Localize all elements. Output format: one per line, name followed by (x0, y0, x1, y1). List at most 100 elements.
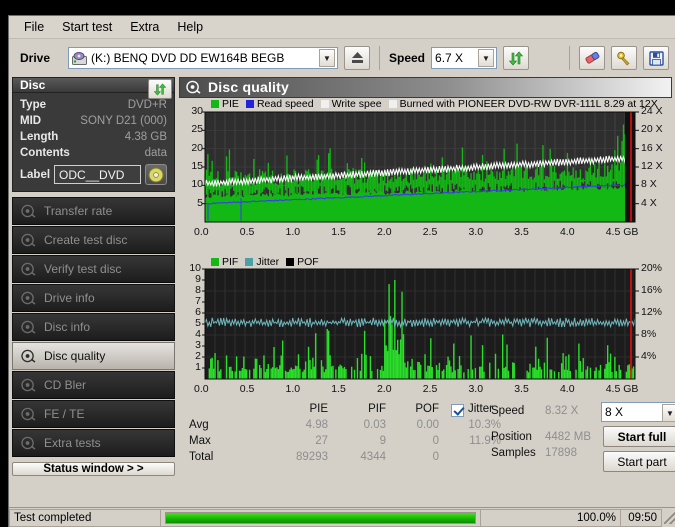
total-pif: 4344 (360, 451, 386, 464)
test-speed-value: 8 X (605, 405, 624, 420)
drive-select[interactable]: (K:) BENQ DVD DD EW164B BEGB ▼ (68, 47, 338, 69)
menu-item-start-test[interactable]: Start test (53, 18, 121, 36)
resize-grip-icon[interactable] (664, 511, 675, 524)
max-pif: 9 (379, 435, 386, 448)
legend-swatch-write-speed (320, 100, 329, 109)
status-progress-text: 100.0% (481, 508, 621, 527)
pie-speed-chart: PIE Read speed Write spee Burned with PI… (179, 97, 672, 256)
col-header-pof: POF (415, 403, 439, 416)
legend-label-write-speed: Write spee (331, 98, 382, 111)
eject-button[interactable] (344, 46, 370, 70)
disc-field-contents: Contents data (20, 145, 167, 161)
chart2-xtick: 2.5 (422, 383, 438, 396)
disc-field-mid: MID SONY D21 (000) (20, 113, 167, 129)
disc-icon (21, 378, 36, 392)
menu-item-help[interactable]: Help (168, 18, 212, 36)
legend-label-pif: PIF (222, 255, 239, 268)
menu-item-extra[interactable]: Extra (121, 18, 168, 36)
start-full-button[interactable]: Start full (603, 426, 675, 448)
legend-swatch-jitter (245, 257, 254, 266)
disc-label-caption: Label (20, 168, 51, 181)
chart1-ytick: 15 (191, 159, 203, 172)
chart2-y2tick: 20% (641, 262, 663, 275)
tools-button[interactable] (611, 46, 637, 70)
status-bar: Test completed 100.0% 09:50 (9, 507, 675, 527)
sidebar-item-drive-info[interactable]: Drive info (12, 284, 175, 312)
status-progress-cell (161, 508, 481, 527)
sidebar-item-create-test-disc[interactable]: Create test disc (12, 226, 175, 254)
main-body: Disc Type DVD+R MID SONY D21 (000) Lengt… (9, 77, 675, 476)
disc-field-length-value: 4.38 GB (124, 131, 167, 143)
chart2-xtick: 2.0 (376, 383, 392, 396)
disc-field-contents-label: Contents (20, 147, 70, 159)
test-speed-select[interactable]: 8 X ▼ (601, 402, 675, 423)
statistics-area: PIE PIF POF Jitter Avg 4.98 0.03 0.00 10… (179, 399, 675, 473)
page-title: Disc quality (208, 79, 289, 96)
readout-speed-value: 8.32 X (545, 405, 579, 418)
start-part-button[interactable]: Start part (603, 451, 675, 473)
disc-icon (21, 320, 36, 334)
chart2-xtick: 4.5 GB (605, 383, 639, 396)
sidebar-item-label: FE / TE (44, 407, 85, 421)
sidebar-item-disc-quality[interactable]: Disc quality (12, 342, 175, 370)
chart2-xtick: 0.0 (194, 383, 209, 396)
max-pie: 27 (315, 435, 328, 448)
avg-pof: 0.00 (416, 419, 439, 432)
disc-field-mid-value: SONY D21 (000) (80, 115, 167, 127)
save-icon (648, 50, 664, 66)
sidebar-item-label: Disc info (44, 320, 91, 334)
disc-field-length: Length 4.38 GB (20, 129, 167, 145)
drive-label: Drive (20, 51, 51, 65)
disc-label-input[interactable]: ODC__DVD (54, 165, 141, 184)
legend-label-read-speed: Read speed (256, 98, 314, 111)
avg-pif: 0.03 (363, 419, 386, 432)
sidebar-item-cd-bler[interactable]: CD Bler (12, 371, 175, 399)
disc-icon (186, 80, 201, 95)
chart2-xtick: 0.5 (239, 383, 255, 396)
readout-area: Speed 8.32 X Position 4482 MB Samples 17… (483, 401, 675, 473)
max-pof: 0 (432, 435, 439, 448)
sidebar-item-disc-info[interactable]: Disc info (12, 313, 175, 341)
jitter-checkbox[interactable] (451, 404, 464, 418)
chart1-xtick: 2.0 (376, 225, 392, 238)
refresh-icon (508, 51, 524, 65)
chart2-y2tick: 8% (641, 328, 657, 341)
toolbar-separator-1 (379, 46, 380, 70)
disc-icon (21, 436, 36, 450)
sidebar-item-extra-tests[interactable]: Extra tests (12, 429, 175, 457)
chart1-xtick: 4.5 GB (605, 225, 639, 238)
status-window-button[interactable]: Status window > > (12, 462, 175, 476)
sidebar-item-transfer-rate[interactable]: Transfer rate (12, 197, 175, 225)
chart1-xtick: 0.5 (239, 225, 255, 238)
disc-field-length-label: Length (20, 131, 59, 143)
disc-icon-button[interactable] (145, 164, 167, 185)
disc-icon (21, 262, 36, 276)
sidebar-item-label: Disc quality (44, 349, 106, 363)
disc-icon (21, 349, 36, 363)
save-button[interactable] (643, 46, 669, 70)
disc-field-type-label: Type (20, 99, 46, 111)
status-message: Test completed (9, 508, 161, 527)
disc-icon (21, 204, 36, 218)
speed-select[interactable]: 6.7 X ▼ (431, 47, 498, 69)
disc-icon (148, 167, 164, 182)
disc-refresh-button[interactable] (148, 79, 172, 99)
sidebar-item-verify-test-disc[interactable]: Verify test disc (12, 255, 175, 283)
disc-info-fields: Type DVD+R MID SONY D21 (000) Length 4.3… (12, 93, 175, 192)
chart1-xtick: 2.5 (422, 225, 438, 238)
sidebar-item-fe-te[interactable]: FE / TE (12, 400, 175, 428)
chevron-down-icon[interactable]: ▼ (662, 404, 675, 423)
chevron-down-icon[interactable]: ▼ (319, 49, 335, 67)
menu-item-file[interactable]: File (15, 18, 53, 36)
chart1-legend: PIE Read speed Write spee Burned with PI… (211, 98, 662, 111)
disc-icon (21, 407, 36, 421)
legend-swatch-pif (211, 257, 219, 266)
chart1-y2tick: 4 X (641, 196, 657, 209)
chart1-y2tick: 20 X (641, 123, 663, 136)
chart1-ytick: 20 (191, 141, 203, 154)
chevron-down-icon[interactable]: ▼ (478, 49, 495, 67)
eraser-button[interactable] (579, 46, 605, 70)
refresh-speed-button[interactable] (503, 46, 530, 70)
content-header: Disc quality (179, 77, 672, 98)
avg-pie: 4.98 (305, 419, 328, 432)
